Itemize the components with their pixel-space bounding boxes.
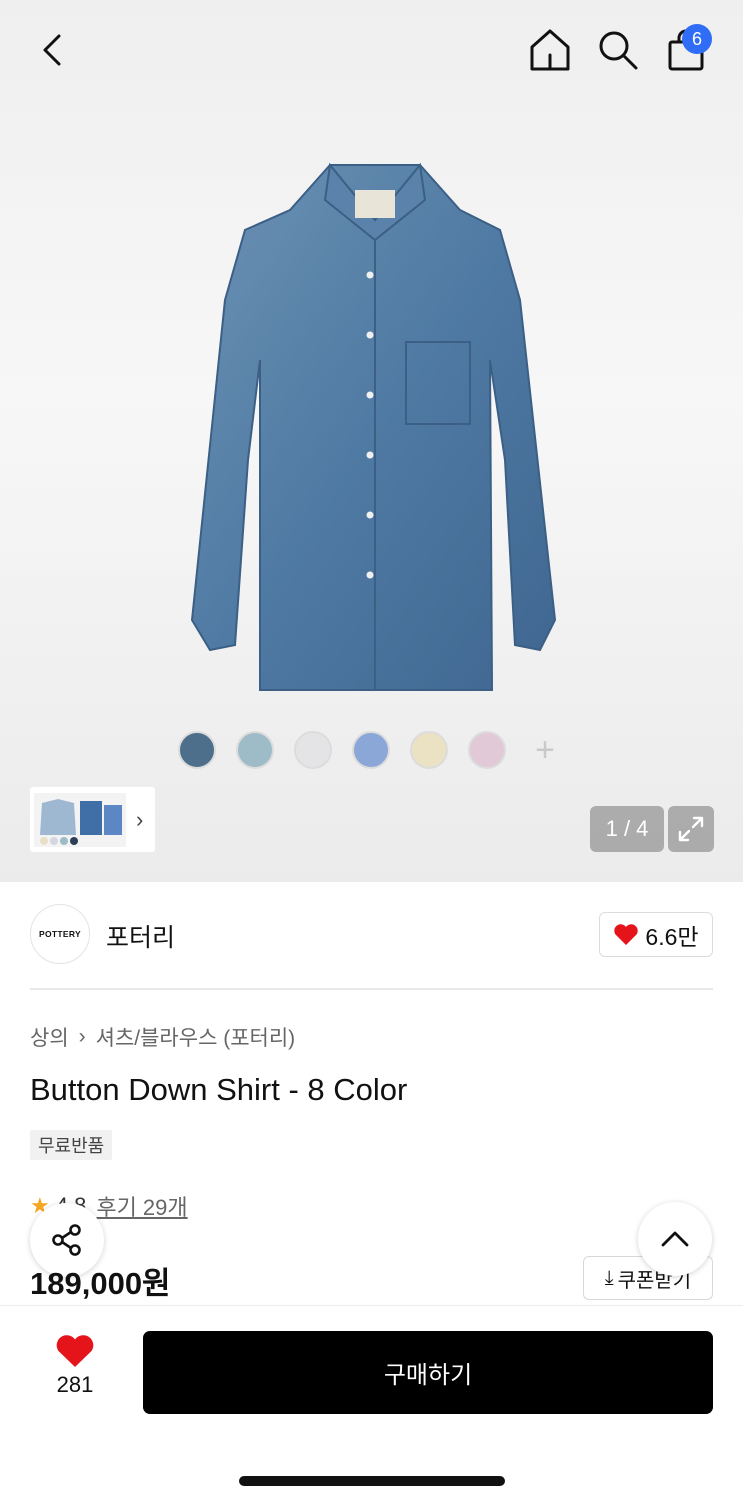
thumbnail-image	[34, 792, 126, 847]
heart-icon	[614, 924, 639, 945]
color-swatches: +	[178, 730, 564, 770]
color-swatch-4[interactable]	[352, 731, 390, 769]
heart-icon	[56, 1335, 94, 1367]
buy-button[interactable]: 구매하기	[143, 1331, 713, 1414]
expand-icon	[678, 816, 704, 842]
cart-count-badge: 6	[682, 24, 712, 54]
back-button[interactable]	[28, 26, 76, 74]
search-icon	[599, 31, 638, 70]
brand-logo[interactable]: POTTERY	[30, 904, 90, 964]
product-price: 189,000원	[30, 1266, 171, 1301]
section-divider	[30, 988, 713, 990]
breadcrumb: 상의 › 셔츠/블라우스 (포터리)	[30, 1022, 295, 1052]
scroll-to-top-button[interactable]	[638, 1202, 712, 1276]
home-button[interactable]	[526, 24, 574, 76]
brand-name[interactable]: 포터리	[106, 918, 175, 954]
breadcrumb-category[interactable]: 상의	[30, 1022, 69, 1052]
image-thumbnail-strip[interactable]: ›	[30, 787, 155, 852]
wishlist-button[interactable]: 281	[40, 1334, 110, 1398]
search-button[interactable]	[594, 24, 642, 76]
product-hero: 6 + › 1 / 4	[0, 0, 743, 882]
fullscreen-button[interactable]	[668, 806, 714, 852]
brand-like-count: 6.6만	[645, 923, 699, 950]
home-indicator	[239, 1476, 505, 1486]
reviews-link[interactable]: 후기 29개	[96, 1190, 187, 1222]
download-icon: ⤓	[604, 1266, 614, 1289]
breadcrumb-subcategory[interactable]: 셔츠/블라우스 (포터리)	[96, 1022, 296, 1052]
color-swatch-5[interactable]	[410, 731, 448, 769]
back-arrow-icon	[43, 34, 61, 66]
share-icon	[52, 1224, 81, 1256]
product-title: Button Down Shirt - 8 Color	[30, 1072, 408, 1107]
color-swatch-3[interactable]	[294, 731, 332, 769]
purchase-bar: 281 구매하기	[0, 1305, 743, 1500]
color-swatch-2[interactable]	[236, 731, 274, 769]
image-page-counter: 1 / 4	[590, 806, 664, 852]
brand-like-button[interactable]: 6.6만	[599, 912, 713, 957]
product-image-denim-shirt[interactable]	[170, 160, 580, 710]
wishlist-count: 281	[56, 1372, 94, 1397]
chevron-up-icon	[661, 1231, 689, 1247]
more-colors-plus-icon[interactable]: +	[526, 731, 564, 769]
color-swatch-1[interactable]	[178, 731, 216, 769]
home-icon	[530, 29, 570, 71]
brand-row: POTTERY 포터리 6.6만	[30, 904, 713, 966]
free-return-tag: 무료반품	[30, 1130, 113, 1160]
color-swatch-6[interactable]	[468, 731, 506, 769]
chevron-right-icon: ›	[136, 806, 144, 832]
chevron-right-icon: ›	[78, 1025, 86, 1048]
top-navigation-bar: 6	[0, 0, 743, 100]
